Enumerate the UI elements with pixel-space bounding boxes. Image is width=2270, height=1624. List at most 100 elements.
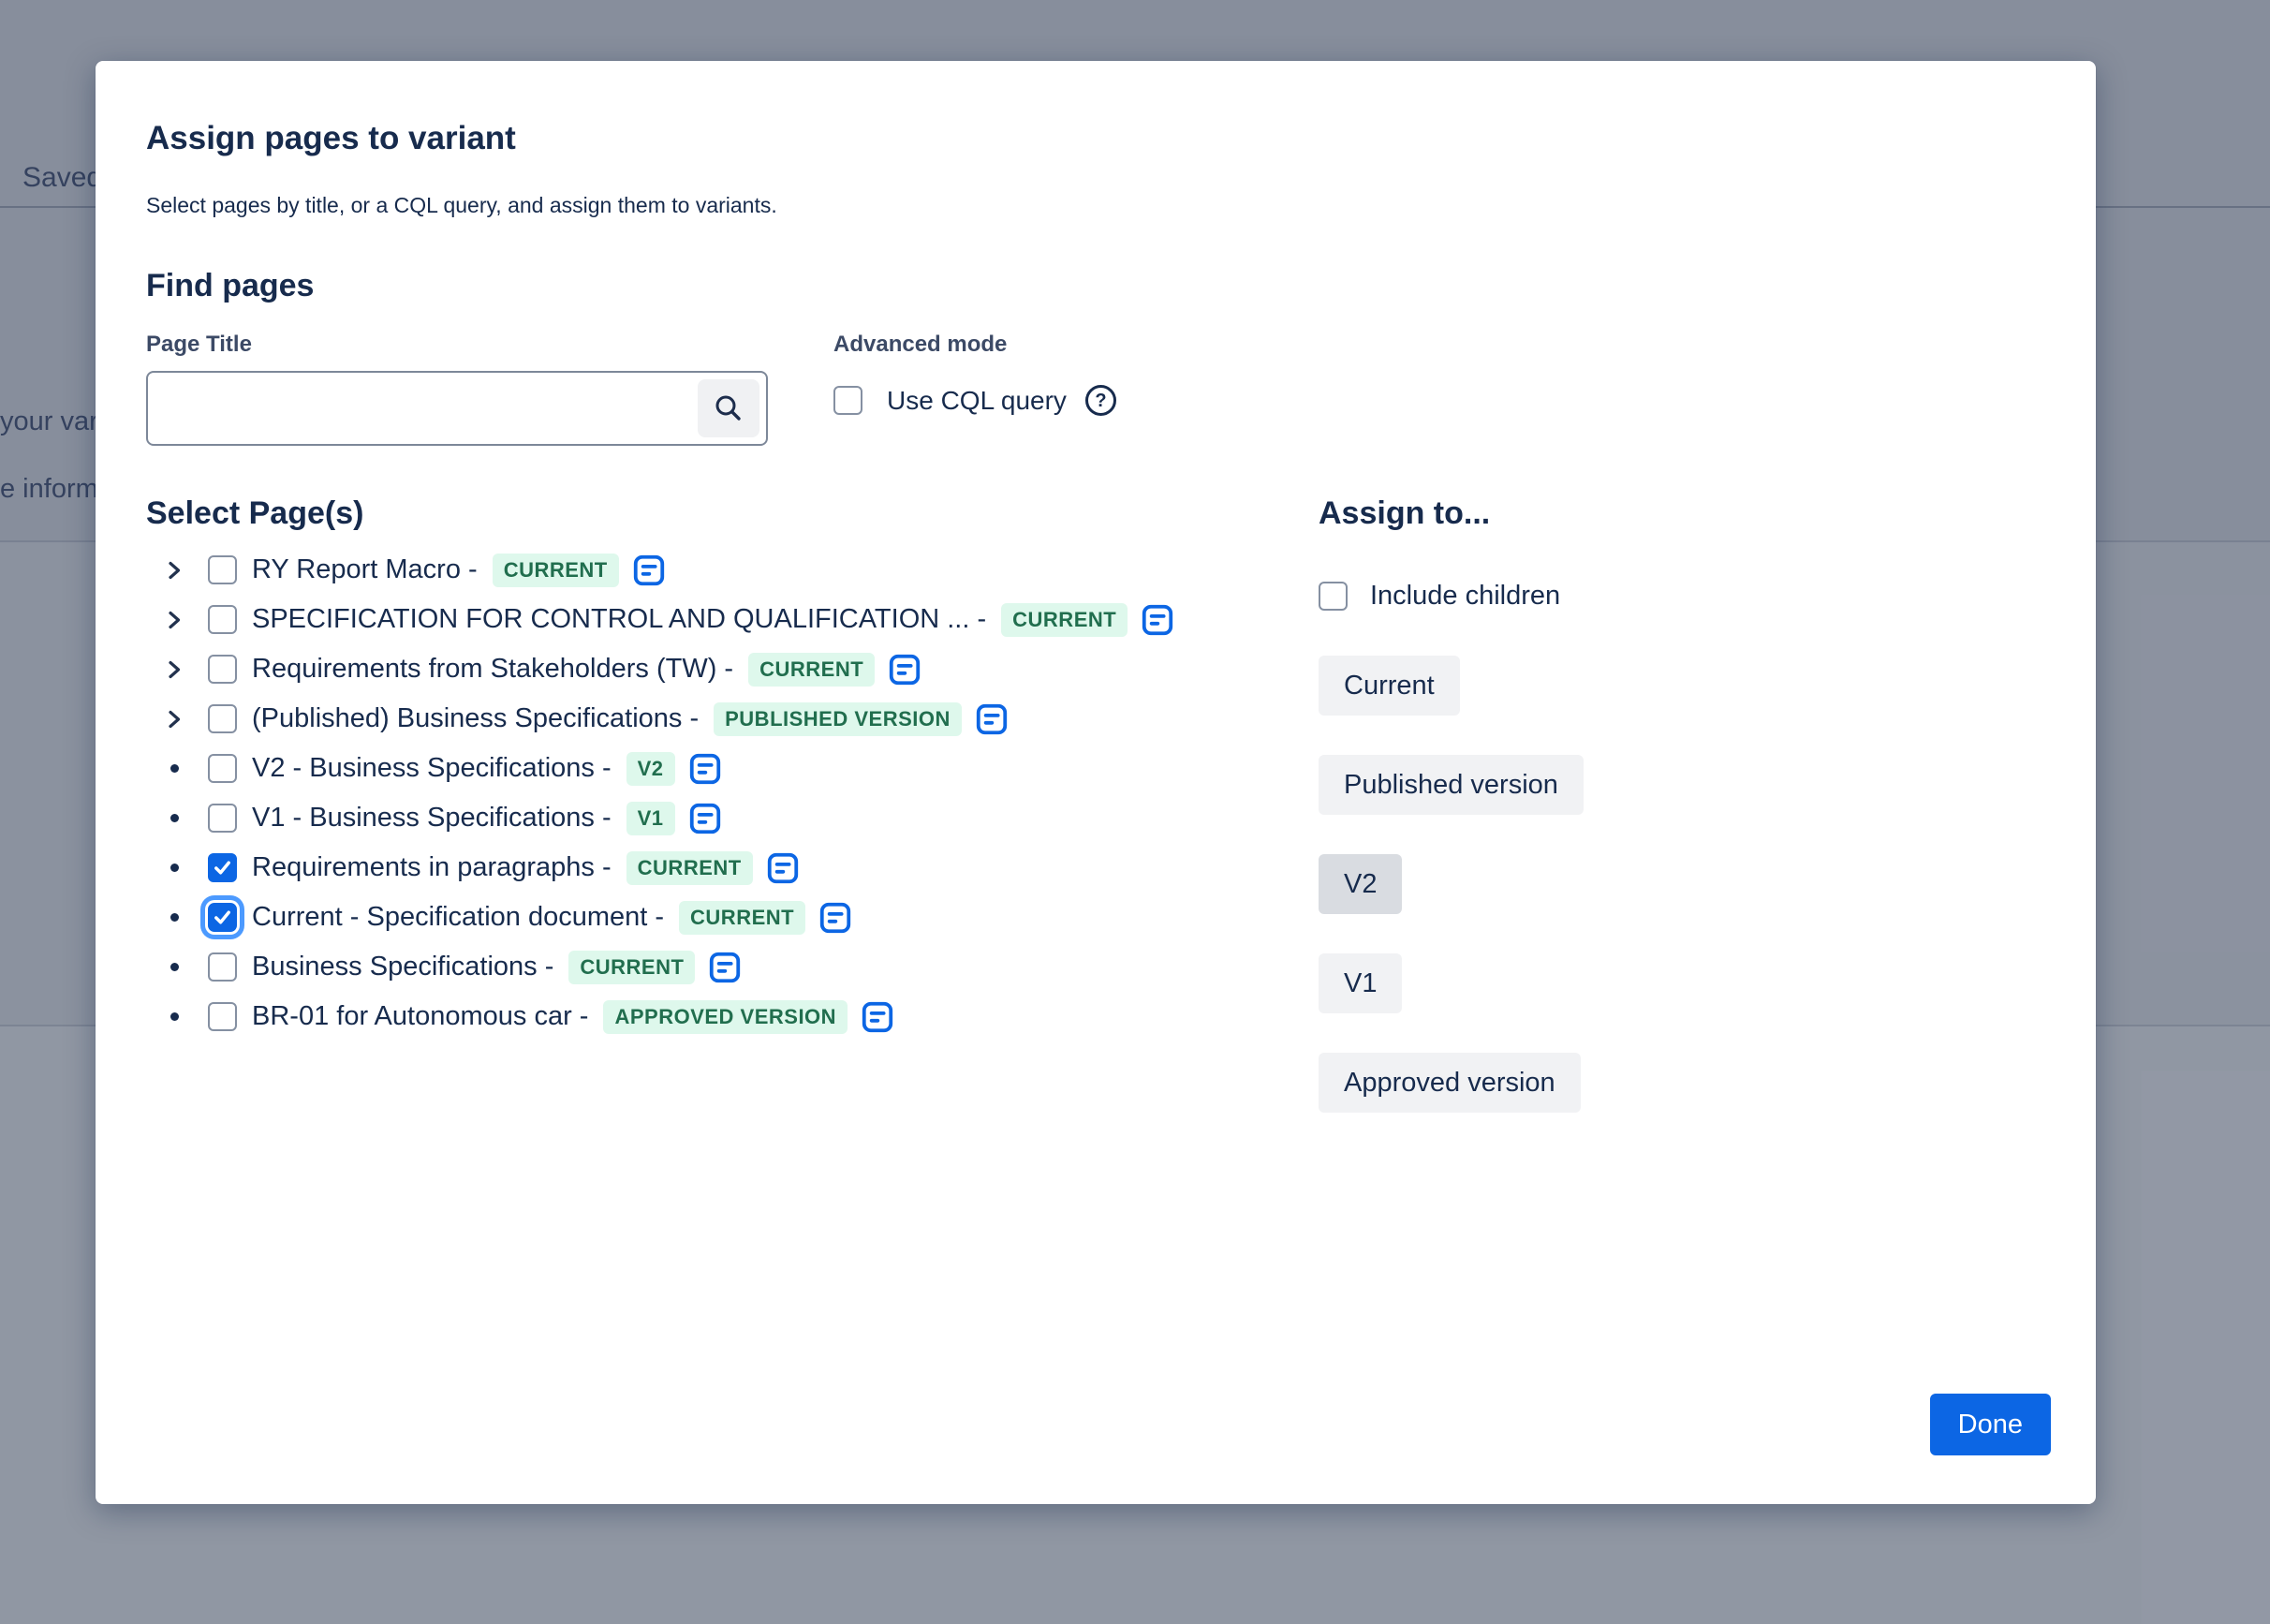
chevron-right-icon[interactable] xyxy=(163,609,185,631)
page-document-icon[interactable] xyxy=(687,801,723,836)
page-document-icon[interactable] xyxy=(860,999,895,1035)
dialog-columns: Select Page(s) RY Report Macro -CURRENTS… xyxy=(146,495,2045,1114)
version-badge: CURRENT xyxy=(748,653,875,687)
page-title-text: Requirements from Stakeholders (TW) - xyxy=(252,654,733,685)
dialog-subtitle: Select pages by title, or a CQL query, a… xyxy=(146,192,2045,220)
page-checkbox[interactable] xyxy=(208,754,237,783)
page-title-text: V1 - Business Specifications - xyxy=(252,803,612,834)
variant-button-list: Current Published version V2 V1 Approved ver… xyxy=(1319,656,2045,1113)
version-badge: CURRENT xyxy=(493,554,619,587)
page-row: Business Specifications - CURRENT xyxy=(146,942,1319,992)
page-title-input[interactable] xyxy=(150,375,687,442)
chevron-right-icon[interactable] xyxy=(163,708,185,731)
version-badge: CURRENT xyxy=(679,901,805,935)
advanced-mode-label: Advanced mode xyxy=(833,332,1116,358)
backdrop-partial-text: e inform xyxy=(0,474,98,505)
page-checkbox[interactable] xyxy=(208,952,237,982)
bullet-dot xyxy=(170,864,179,872)
version-badge: PUBLISHED VERSION xyxy=(714,702,962,736)
page-title-field-group: Page Title xyxy=(146,332,768,446)
page-checkbox[interactable] xyxy=(208,555,237,584)
backdrop-saved-tab: Saved xyxy=(22,162,102,194)
bullet-dot xyxy=(163,807,185,830)
assign-to-heading: Assign to... xyxy=(1319,495,2045,533)
version-badge: V2 xyxy=(626,752,675,786)
page-title-text: V2 - Business Specifications - xyxy=(252,753,612,784)
version-badge: CURRENT xyxy=(626,851,753,885)
page-title-text: Current - Specification document - xyxy=(252,902,664,933)
variant-button[interactable]: V2 xyxy=(1319,854,1402,914)
variant-button[interactable]: V1 xyxy=(1319,953,1402,1013)
bullet-dot xyxy=(170,1012,179,1021)
page-row: Requirements in paragraphs - CURRENT xyxy=(146,843,1319,893)
page-title-text: BR-01 for Autonomous car - xyxy=(252,1001,588,1032)
done-button[interactable]: Done xyxy=(1930,1394,2051,1455)
search-button[interactable] xyxy=(698,379,759,437)
version-badge: V1 xyxy=(626,802,675,835)
use-cql-label: Use CQL query xyxy=(887,386,1067,416)
page-title-search-box xyxy=(146,371,768,446)
select-pages-column: Select Page(s) RY Report Macro -CURRENTS… xyxy=(146,495,1319,1114)
include-children-row: Include children xyxy=(1319,575,2045,616)
variant-button[interactable]: Current xyxy=(1319,656,1460,716)
page-checkbox[interactable] xyxy=(208,804,237,833)
page-document-icon[interactable] xyxy=(1140,602,1175,638)
version-badge: CURRENT xyxy=(1001,603,1128,637)
find-pages-controls: Page Title Advanced mode Use CQL query xyxy=(146,332,2045,446)
version-badge: CURRENT xyxy=(568,951,695,984)
page-title-text: Requirements in paragraphs - xyxy=(252,852,612,883)
page-row: V2 - Business Specifications - V2 xyxy=(146,744,1319,793)
bullet-dot xyxy=(163,956,185,979)
page-checkbox[interactable] xyxy=(208,1002,237,1031)
page-document-icon[interactable] xyxy=(687,751,723,787)
bullet-dot xyxy=(170,764,179,773)
variant-button[interactable]: Approved version xyxy=(1319,1053,1581,1113)
use-cql-row: Use CQL query ? xyxy=(833,378,1116,423)
page-row: Current - Specification document - CURREN… xyxy=(146,893,1319,942)
include-children-checkbox[interactable] xyxy=(1319,582,1348,611)
backdrop-partial-text: your var xyxy=(0,406,98,437)
bullet-dot xyxy=(163,907,185,929)
bullet-dot xyxy=(163,1006,185,1028)
include-children-label: Include children xyxy=(1370,581,1560,612)
page-checkbox[interactable] xyxy=(208,903,237,932)
page-row: V1 - Business Specifications - V1 xyxy=(146,793,1319,843)
page-document-icon[interactable] xyxy=(707,950,743,985)
version-badge: APPROVED VERSION xyxy=(603,1000,848,1034)
search-icon xyxy=(713,392,744,424)
page-row: BR-01 for Autonomous car - APPROVED VERSI… xyxy=(146,992,1319,1041)
page-document-icon[interactable] xyxy=(765,850,801,886)
page-document-icon[interactable] xyxy=(974,701,1010,737)
chevron-right-icon[interactable] xyxy=(163,559,185,582)
bullet-dot xyxy=(170,963,179,971)
assign-to-column: Assign to... Include children Current Pub… xyxy=(1319,495,2045,1114)
advanced-mode-group: Advanced mode Use CQL query ? xyxy=(833,332,1116,446)
page-document-icon[interactable] xyxy=(887,652,922,687)
page-checkbox[interactable] xyxy=(208,655,237,684)
assign-pages-dialog: Assign pages to variant Select pages by … xyxy=(96,61,2096,1504)
chevron-right-icon[interactable] xyxy=(163,658,185,681)
page-title-label: Page Title xyxy=(146,332,768,358)
bullet-dot xyxy=(170,814,179,822)
dialog-title: Assign pages to variant xyxy=(146,119,2045,158)
bullet-dot xyxy=(170,913,179,922)
bullet-dot xyxy=(163,758,185,780)
select-pages-heading: Select Page(s) xyxy=(146,495,1319,533)
question-mark-icon[interactable]: ? xyxy=(1085,385,1116,416)
page-tree-list: RY Report Macro -CURRENTSPECIFICATION FO… xyxy=(146,545,1319,1041)
page-document-icon[interactable] xyxy=(631,553,667,588)
page-title-text: Business Specifications - xyxy=(252,952,553,982)
page-row: RY Report Macro - CURRENT xyxy=(146,545,1319,595)
bullet-dot xyxy=(163,857,185,879)
page-document-icon[interactable] xyxy=(818,900,853,936)
page-title-text: RY Report Macro - xyxy=(252,554,478,585)
find-pages-heading: Find pages xyxy=(146,267,2045,305)
page-title-text: (Published) Business Specifications - xyxy=(252,703,699,734)
variant-button[interactable]: Published version xyxy=(1319,755,1584,815)
page-row: (Published) Business Specifications - PUB… xyxy=(146,694,1319,744)
page-checkbox[interactable] xyxy=(208,605,237,634)
page-checkbox[interactable] xyxy=(208,853,237,882)
use-cql-checkbox[interactable] xyxy=(833,386,862,415)
page-checkbox[interactable] xyxy=(208,704,237,733)
page-row: Requirements from Stakeholders (TW) - CUR… xyxy=(146,644,1319,694)
